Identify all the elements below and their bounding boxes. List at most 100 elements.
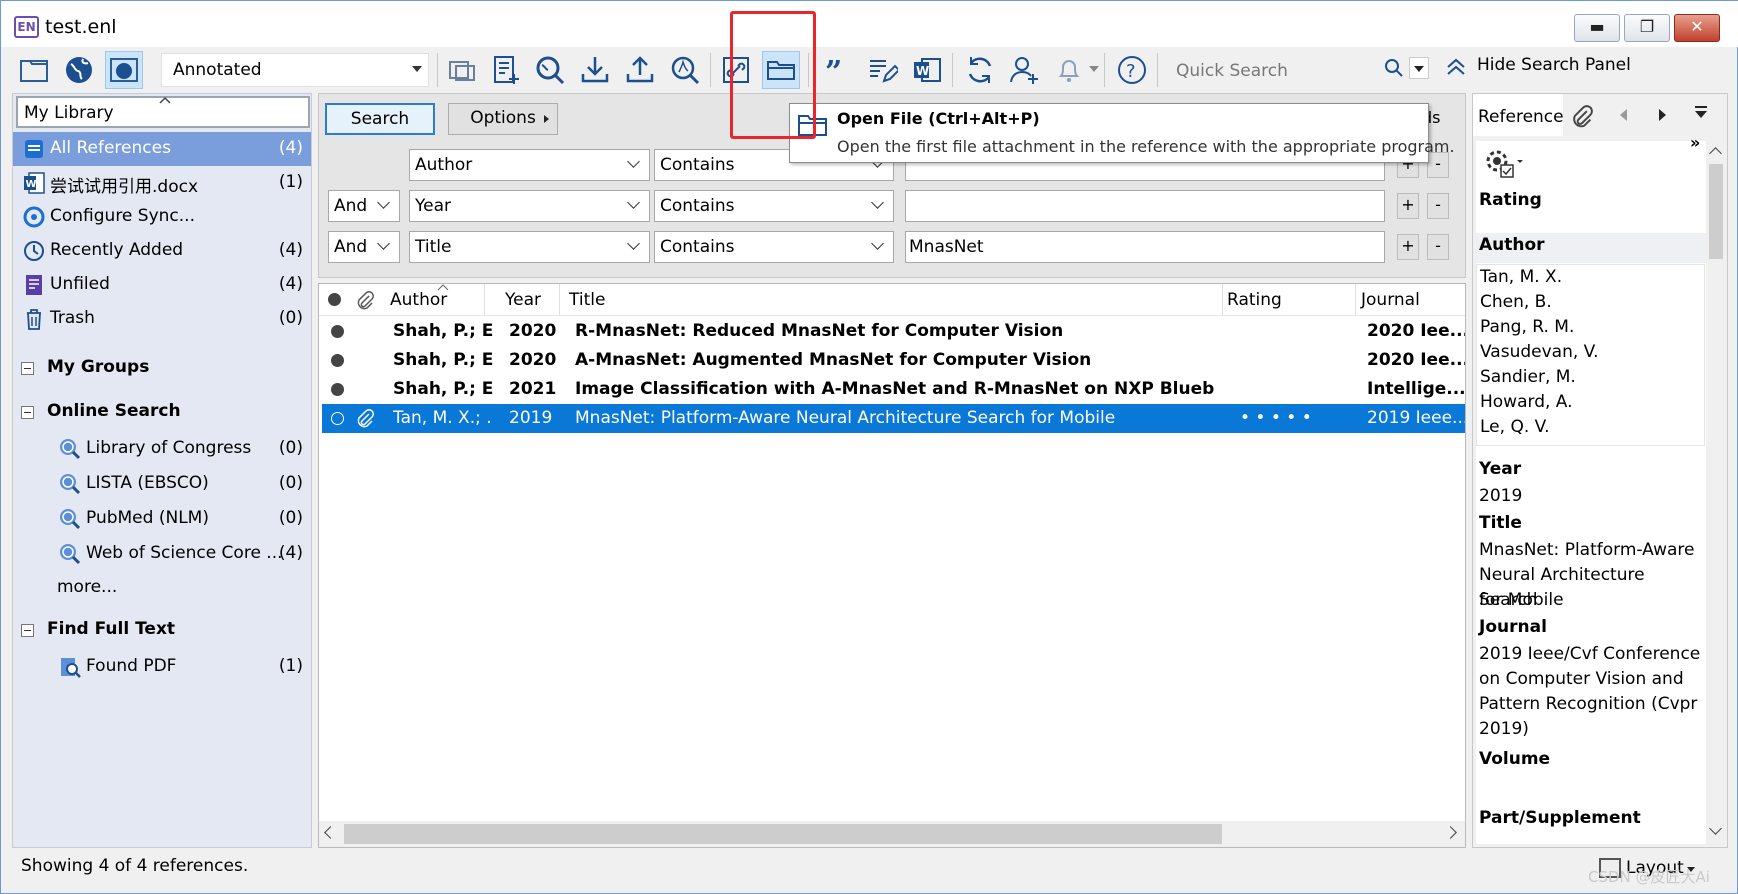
remove-search-row-button[interactable]: - bbox=[1427, 193, 1449, 219]
previous-reference-icon[interactable] bbox=[1620, 109, 1627, 121]
online-search-mode-icon[interactable] bbox=[60, 51, 98, 89]
group-unfiled[interactable]: Unfiled (4) bbox=[13, 268, 311, 302]
column-title[interactable]: Title bbox=[569, 290, 605, 310]
online-library-of-congress[interactable]: Library of Congress (0) bbox=[13, 432, 311, 466]
group-all-references[interactable]: All References (4) bbox=[13, 132, 311, 166]
horizontal-scrollbar[interactable] bbox=[319, 821, 1465, 847]
add-search-row-button[interactable]: + bbox=[1397, 234, 1419, 260]
quick-search-options-dropdown[interactable] bbox=[1409, 57, 1429, 79]
remove-search-row-button[interactable]: - bbox=[1427, 234, 1449, 260]
column-journal[interactable]: Journal bbox=[1361, 290, 1420, 310]
tab-reference-label: Reference bbox=[1478, 107, 1564, 127]
table-row[interactable]: Shah, P.; E... 2020 A-MnasNet: Augmented… bbox=[322, 346, 1465, 375]
find-full-text-header[interactable]: Find Full Text bbox=[21, 616, 301, 646]
edit-citation-icon[interactable] bbox=[863, 51, 901, 89]
author-field[interactable]: Tan, M. X. Chen, B. Pang, R. M. Vasudeva… bbox=[1476, 264, 1705, 446]
journal-value[interactable]: 2019 Ieee/Cvf Conference bbox=[1479, 642, 1700, 667]
author-value: Pang, R. M. bbox=[1480, 317, 1575, 337]
column-year[interactable]: Year bbox=[505, 290, 541, 310]
column-rating[interactable]: Rating bbox=[1227, 290, 1282, 310]
help-icon[interactable]: ? bbox=[1113, 51, 1151, 89]
share-library-icon[interactable] bbox=[1006, 51, 1044, 89]
scrollbar-thumb[interactable] bbox=[344, 824, 1222, 844]
quick-search-input[interactable]: Quick Search bbox=[1166, 53, 1416, 87]
collapse-toggle-icon[interactable] bbox=[21, 406, 34, 419]
add-search-row-button[interactable]: + bbox=[1397, 193, 1419, 219]
activity-dropdown-chevron-icon[interactable] bbox=[1089, 66, 1099, 72]
close-button[interactable]: ✕ bbox=[1674, 14, 1720, 42]
online-pubmed[interactable]: PubMed (NLM) (0) bbox=[13, 502, 311, 536]
word-document-icon[interactable]: W bbox=[908, 51, 946, 89]
boolean-select[interactable]: And bbox=[328, 190, 400, 222]
online-search-header[interactable]: Online Search bbox=[21, 398, 301, 428]
group-recently-added[interactable]: Recently Added (4) bbox=[13, 234, 311, 268]
search-value-input[interactable] bbox=[905, 190, 1385, 222]
export-icon[interactable] bbox=[621, 51, 659, 89]
search-field-select[interactable]: Author bbox=[409, 149, 650, 181]
group-word-document[interactable]: W 尝试试用引用.docx (1) bbox=[13, 166, 311, 200]
maximize-button[interactable]: ❐ bbox=[1624, 14, 1670, 42]
insert-citation-icon[interactable]: ” bbox=[818, 51, 856, 89]
table-row[interactable]: Shah, P.; E... 2021 Image Classification… bbox=[322, 375, 1465, 404]
year-value[interactable]: 2019 bbox=[1479, 484, 1522, 509]
search-field-select[interactable]: Year bbox=[409, 190, 650, 222]
online-lista-ebsco[interactable]: LISTA (EBSCO) (0) bbox=[13, 467, 311, 501]
search-operator-select[interactable]: Contains bbox=[654, 231, 894, 263]
table-row[interactable]: Shah, P.; E... 2020 R-MnasNet: Reduced M… bbox=[322, 317, 1465, 346]
more-online-link[interactable]: more... bbox=[57, 577, 117, 597]
find-full-text-icon[interactable] bbox=[666, 51, 704, 89]
title-value[interactable]: for Mobile bbox=[1479, 588, 1564, 613]
attachment-column-icon[interactable] bbox=[355, 290, 375, 310]
title-value[interactable]: MnasNet: Platform-Aware bbox=[1479, 538, 1694, 563]
column-author[interactable]: Author bbox=[390, 290, 447, 310]
scroll-left-icon[interactable] bbox=[324, 826, 337, 839]
my-library-header[interactable]: My Library bbox=[16, 96, 310, 128]
collapse-arrow-icon[interactable] bbox=[158, 96, 172, 104]
output-style-select[interactable]: Annotated bbox=[161, 53, 429, 87]
scrollbar-thumb[interactable] bbox=[1709, 164, 1723, 259]
scroll-down-icon[interactable] bbox=[1709, 822, 1722, 835]
new-reference-icon[interactable] bbox=[487, 51, 525, 89]
collapse-toggle-icon[interactable] bbox=[21, 624, 34, 637]
sync-icon[interactable] bbox=[961, 51, 999, 89]
online-search-icon[interactable] bbox=[531, 51, 569, 89]
collapse-toggle-icon[interactable] bbox=[21, 362, 34, 375]
boolean-select[interactable]: And bbox=[328, 231, 400, 263]
journal-value[interactable]: on Computer Vision and bbox=[1479, 667, 1684, 692]
search-field-select[interactable]: Title bbox=[409, 231, 650, 263]
reference-panel-scrollbar[interactable] bbox=[1706, 141, 1726, 844]
local-library-mode-icon[interactable] bbox=[15, 51, 53, 89]
next-reference-icon[interactable] bbox=[1659, 109, 1666, 121]
integrated-library-mode-icon[interactable] bbox=[105, 51, 143, 89]
table-row-selected[interactable]: Tan, M. X.; ... 2019 MnasNet: Platform-A… bbox=[322, 404, 1465, 433]
search-operator-select[interactable]: Contains bbox=[654, 190, 894, 222]
unread-indicator bbox=[331, 325, 344, 338]
tab-reference[interactable]: Reference bbox=[1473, 94, 1564, 136]
options-button[interactable]: Options bbox=[448, 103, 558, 135]
all-references-icon bbox=[25, 140, 43, 158]
search-icon[interactable] bbox=[1383, 57, 1405, 84]
word-document-icon: W bbox=[24, 172, 45, 194]
scroll-right-icon[interactable] bbox=[1444, 826, 1457, 839]
expand-panel-icon[interactable]: » bbox=[1690, 133, 1700, 152]
import-icon[interactable] bbox=[576, 51, 614, 89]
online-web-of-science[interactable]: Web of Science Core ... (4) bbox=[13, 537, 311, 571]
cell-rating[interactable]: • • • • • bbox=[1240, 408, 1360, 428]
search-value-input[interactable]: MnasNet bbox=[905, 231, 1385, 263]
read-status-column-icon[interactable] bbox=[328, 293, 341, 306]
panel-menu-icon[interactable] bbox=[1695, 106, 1707, 108]
group-configure-sync[interactable]: Configure Sync... bbox=[13, 200, 311, 234]
journal-value[interactable]: Pattern Recognition (Cvpr bbox=[1479, 692, 1697, 717]
journal-value[interactable]: 2019) bbox=[1479, 717, 1529, 742]
minimize-button[interactable]: ▬ bbox=[1574, 14, 1620, 42]
my-groups-header[interactable]: My Groups bbox=[21, 354, 301, 384]
copy-to-library-icon[interactable] bbox=[443, 51, 481, 89]
paperclip-tab-icon[interactable] bbox=[1570, 104, 1594, 128]
gear-icon[interactable] bbox=[1483, 147, 1523, 183]
group-found-pdf[interactable]: Found PDF (1) bbox=[13, 650, 311, 684]
scroll-up-icon[interactable] bbox=[1709, 147, 1722, 160]
group-trash[interactable]: Trash (0) bbox=[13, 302, 311, 336]
unread-indicator bbox=[331, 383, 344, 396]
activity-feed-icon[interactable] bbox=[1050, 51, 1088, 89]
search-button[interactable]: Search bbox=[325, 103, 435, 135]
